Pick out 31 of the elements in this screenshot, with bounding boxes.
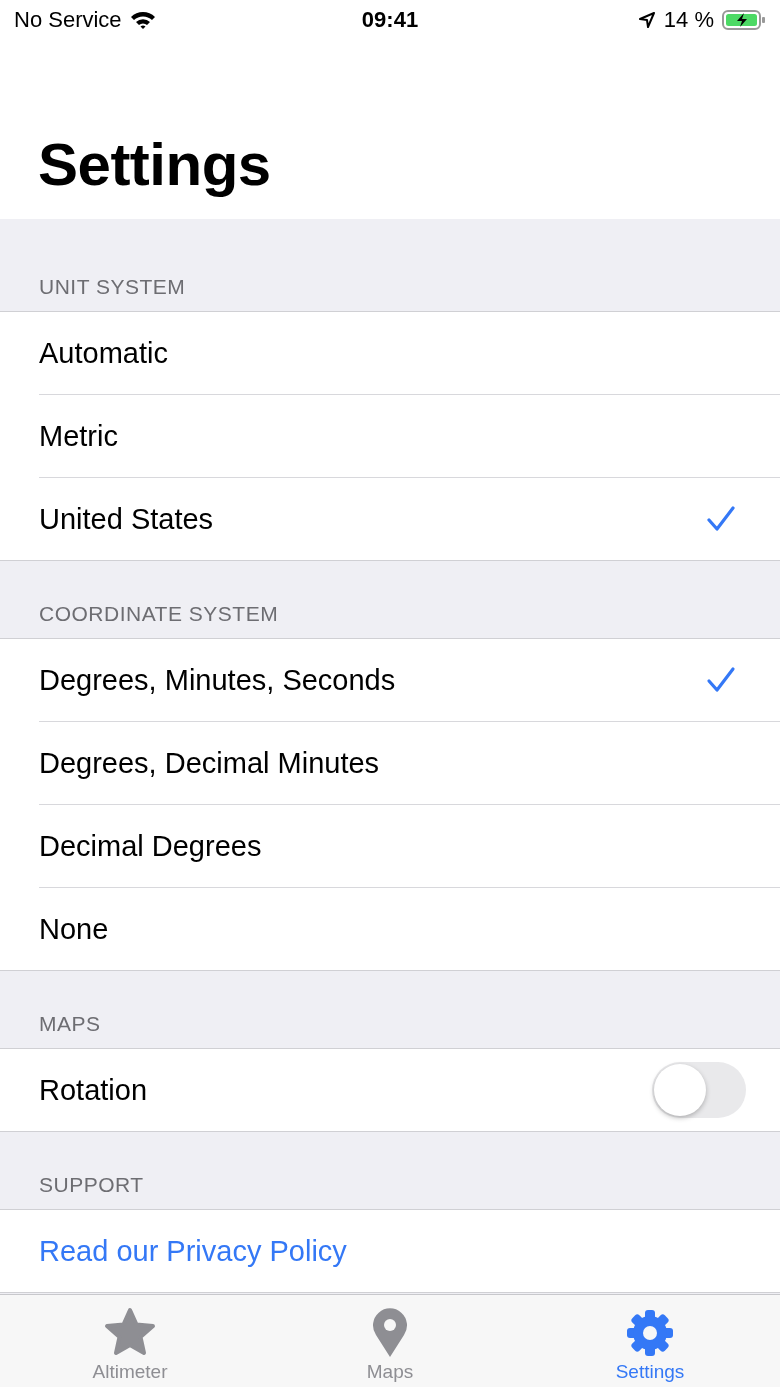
section-header: MAPS xyxy=(39,1012,101,1036)
battery-percent: 14 % xyxy=(663,7,714,33)
settings-gear-icon xyxy=(624,1307,676,1359)
row-label: None xyxy=(39,912,109,946)
row-label: Automatic xyxy=(39,336,168,370)
clock-time: 09:41 xyxy=(361,7,419,33)
battery-charging-icon xyxy=(722,9,766,31)
page-title: Settings xyxy=(38,130,271,199)
settings-row[interactable]: Decimal Degrees xyxy=(39,805,780,888)
row-label: Rotation xyxy=(39,1073,147,1107)
carrier-text: No Service xyxy=(14,7,122,33)
settings-row[interactable]: Automatic xyxy=(39,312,780,395)
row-label: Metric xyxy=(39,419,118,453)
section-header: SUPPORT xyxy=(39,1173,144,1197)
settings-row[interactable]: Degrees, Decimal Minutes xyxy=(39,722,780,805)
settings-row[interactable]: None xyxy=(39,888,780,970)
row-label: Degrees, Decimal Minutes xyxy=(39,746,380,780)
privacy-policy-link[interactable]: Read our Privacy Policy xyxy=(39,1234,347,1268)
settings-row[interactable]: Degrees, Minutes, Seconds xyxy=(39,639,780,722)
map-pin-icon xyxy=(371,1307,409,1359)
location-arrow-icon xyxy=(637,11,656,29)
section-header: COORDINATE SYSTEM xyxy=(39,602,279,626)
toggle-switch[interactable] xyxy=(652,1062,746,1118)
row-label: Decimal Degrees xyxy=(39,829,262,863)
section-header: UNIT SYSTEM xyxy=(39,275,186,299)
wifi-icon xyxy=(129,10,156,30)
tab-bar-item[interactable]: Settings xyxy=(520,1295,780,1387)
settings-row[interactable]: United States xyxy=(39,478,780,560)
row-label: Degrees, Minutes, Seconds xyxy=(39,663,396,697)
settings-row[interactable]: Metric xyxy=(39,395,780,478)
row-label: United States xyxy=(39,502,214,536)
